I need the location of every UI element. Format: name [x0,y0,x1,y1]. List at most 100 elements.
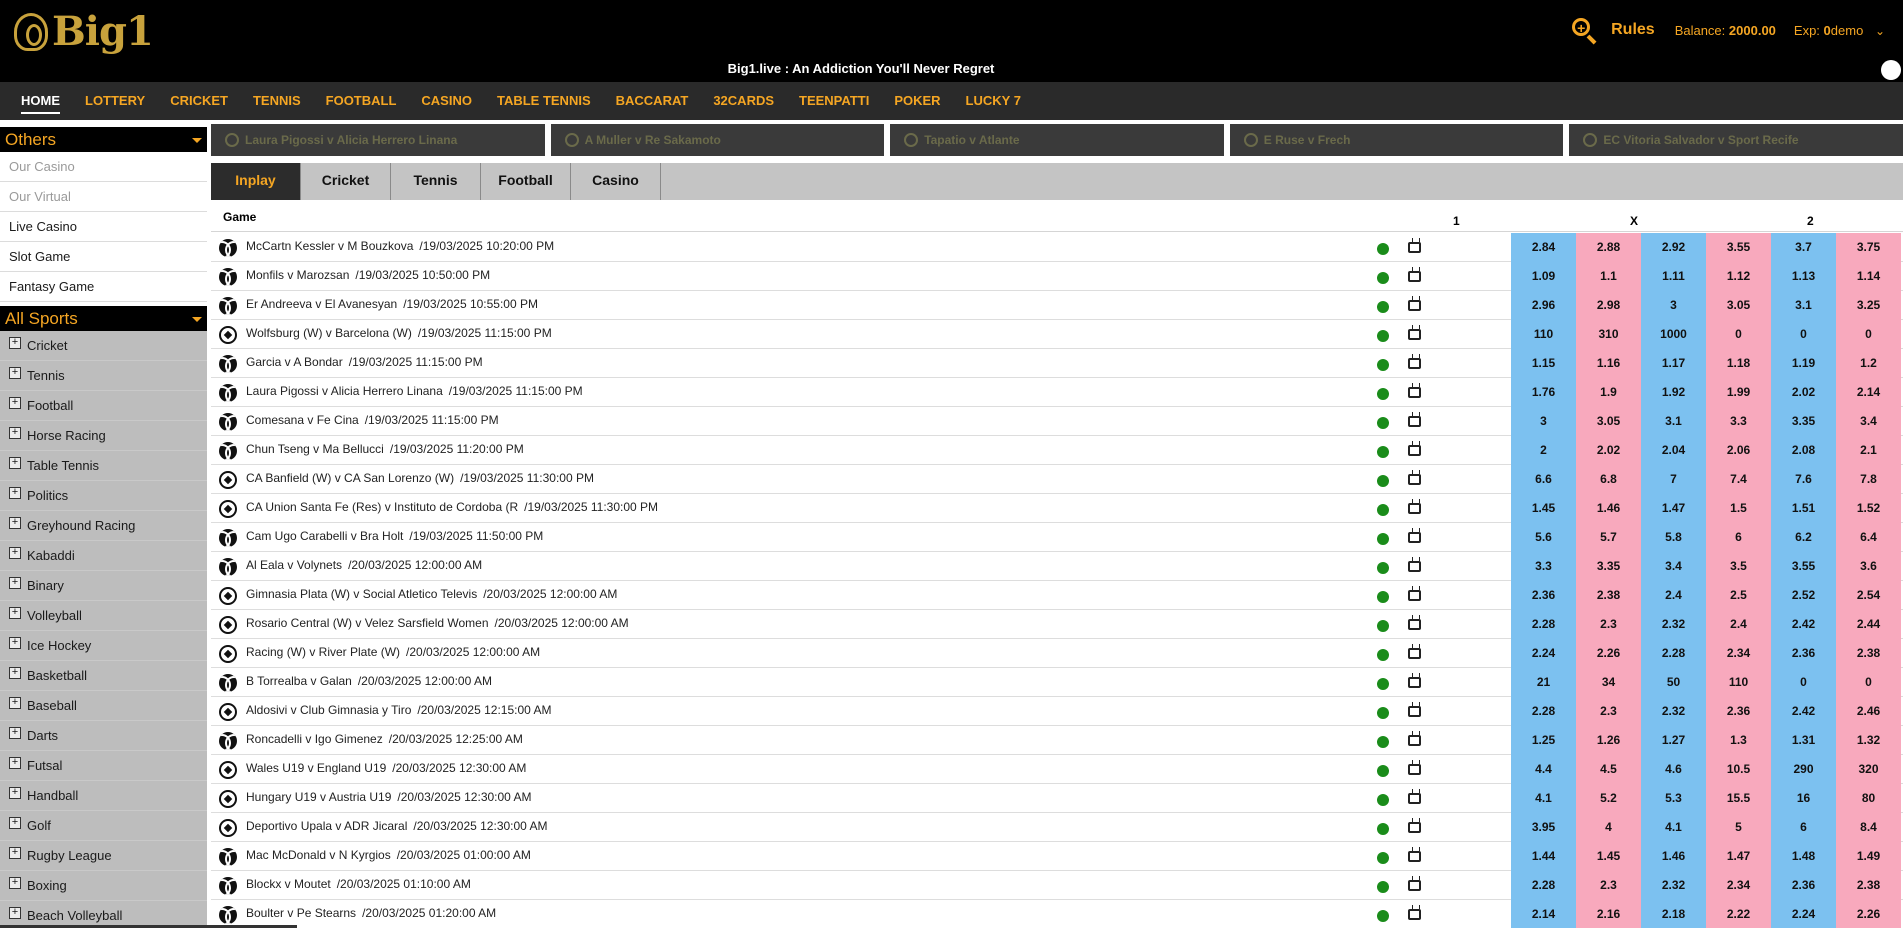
expand-plus-icon[interactable]: + [9,786,21,799]
sidebar-sport-basketball[interactable]: + Basketball [0,661,207,691]
back-odd[interactable]: 1000 [1641,320,1706,349]
nav-item-cricket[interactable]: CRICKET [170,82,228,120]
lay-odd[interactable]: 3.5 [1706,552,1771,581]
back-odd[interactable]: 3.35 [1771,407,1836,436]
lay-odd[interactable]: 320 [1836,755,1901,784]
lay-odd[interactable]: 1.46 [1576,494,1641,523]
lay-odd[interactable]: 6.4 [1836,523,1901,552]
table-row[interactable]: Monfils v Marozsan/19/03/2025 10:50:00 P… [211,262,1903,291]
table-row[interactable]: Boulter v Pe Stearns/20/03/2025 01:20:00… [211,900,1903,928]
lay-odd[interactable]: 5 [1706,813,1771,842]
back-odd[interactable]: 1.19 [1771,349,1836,378]
match-link[interactable]: Comesana v Fe Cina/19/03/2025 11:15:00 P… [246,413,499,427]
sidebar-sport-ice-hockey[interactable]: + Ice Hockey [0,631,207,661]
sidebar-sport-boxing[interactable]: + Boxing [0,871,207,901]
match-link[interactable]: Cam Ugo Carabelli v Bra Holt/19/03/2025 … [246,529,543,543]
table-row[interactable]: Deportivo Upala v ADR Jicaral/20/03/2025… [211,813,1903,842]
lay-odd[interactable]: 3.05 [1706,291,1771,320]
table-row[interactable]: Al Eala v Volynets/20/03/2025 12:00:00 A… [211,552,1903,581]
table-row[interactable]: B Torrealba v Galan/20/03/2025 12:00:00 … [211,668,1903,697]
expand-plus-icon[interactable]: + [9,606,21,619]
sidebar-sport-golf[interactable]: + Golf [0,811,207,841]
match-link[interactable]: B Torrealba v Galan/20/03/2025 12:00:00 … [246,674,492,688]
back-odd[interactable]: 110 [1511,320,1576,349]
back-odd[interactable]: 2.32 [1641,871,1706,900]
table-row[interactable]: Blockx v Moutet/20/03/2025 01:10:00 AM 2.… [211,871,1903,900]
back-odd[interactable]: 1.17 [1641,349,1706,378]
back-odd[interactable]: 0 [1771,320,1836,349]
tab-football[interactable]: Football [481,163,571,200]
back-odd[interactable]: 2.24 [1771,900,1836,928]
tab-cricket[interactable]: Cricket [301,163,391,200]
nav-item-poker[interactable]: POKER [894,82,940,120]
sidebar-sport-kabaddi[interactable]: + Kabaddi [0,541,207,571]
sidebar-sport-cricket[interactable]: + Cricket [0,331,207,361]
lay-odd[interactable]: 1.9 [1576,378,1641,407]
lay-odd[interactable]: 2.38 [1836,871,1901,900]
back-odd[interactable]: 2.24 [1511,639,1576,668]
back-odd[interactable]: 2.36 [1511,581,1576,610]
sidebar-sport-volleyball[interactable]: + Volleyball [0,601,207,631]
table-row[interactable]: Gimnasia Plata (W) v Social Atletico Tel… [211,581,1903,610]
expand-plus-icon[interactable]: + [9,876,21,889]
expand-plus-icon[interactable]: + [9,756,21,769]
lay-odd[interactable]: 1.45 [1576,842,1641,871]
back-odd[interactable]: 16 [1771,784,1836,813]
nav-item-lucky-7[interactable]: LUCKY 7 [966,82,1021,120]
expand-plus-icon[interactable]: + [9,846,21,859]
back-odd[interactable]: 2.42 [1771,610,1836,639]
back-odd[interactable]: 1.47 [1641,494,1706,523]
back-odd[interactable]: 3.55 [1771,552,1836,581]
back-odd[interactable]: 2.52 [1771,581,1836,610]
back-odd[interactable]: 0 [1771,668,1836,697]
lay-odd[interactable]: 2.3 [1576,871,1641,900]
back-odd[interactable]: 1.27 [1641,726,1706,755]
nav-item-lottery[interactable]: LOTTERY [85,82,145,120]
nav-item-32cards[interactable]: 32CARDS [713,82,774,120]
lay-odd[interactable]: 2.06 [1706,436,1771,465]
expand-plus-icon[interactable]: + [9,546,21,559]
expand-plus-icon[interactable]: + [9,396,21,409]
back-odd[interactable]: 3 [1641,291,1706,320]
table-row[interactable]: Wales U19 v England U19/20/03/2025 12:30… [211,755,1903,784]
rules-link[interactable]: Rules [1611,21,1655,39]
lay-odd[interactable]: 2.26 [1576,639,1641,668]
search-zoom-icon[interactable]: + [1571,17,1597,45]
back-odd[interactable]: 2.28 [1511,697,1576,726]
back-odd[interactable]: 2.36 [1771,871,1836,900]
match-link[interactable]: Racing (W) v River Plate (W) /20/03/2025 … [246,645,540,659]
lay-odd[interactable]: 1.5 [1706,494,1771,523]
match-link[interactable]: Aldosivi v Club Gimnasia y Tiro/20/03/20… [246,703,552,717]
expand-plus-icon[interactable]: + [9,906,21,919]
lay-odd[interactable]: 8.4 [1836,813,1901,842]
expand-plus-icon[interactable]: + [9,486,21,499]
back-odd[interactable]: 2.28 [1511,610,1576,639]
back-odd[interactable]: 1.76 [1511,378,1576,407]
lay-odd[interactable]: 0 [1836,668,1901,697]
lay-odd[interactable]: 2.34 [1706,871,1771,900]
expand-plus-icon[interactable]: + [9,336,21,349]
match-link[interactable]: Deportivo Upala v ADR Jicaral/20/03/2025… [246,819,548,833]
back-odd[interactable]: 2.28 [1641,639,1706,668]
lay-odd[interactable]: 3.05 [1576,407,1641,436]
lay-odd[interactable]: 7.4 [1706,465,1771,494]
lay-odd[interactable]: 2.44 [1836,610,1901,639]
back-odd[interactable]: 2.14 [1511,900,1576,928]
back-odd[interactable]: 2.32 [1641,610,1706,639]
lay-odd[interactable]: 3.4 [1836,407,1901,436]
tab-tennis[interactable]: Tennis [391,163,481,200]
back-odd[interactable]: 1.15 [1511,349,1576,378]
sidebar-sport-politics[interactable]: + Politics [0,481,207,511]
back-odd[interactable]: 2 [1511,436,1576,465]
match-link[interactable]: Wales U19 v England U19/20/03/2025 12:30… [246,761,526,775]
lay-odd[interactable]: 2.38 [1836,639,1901,668]
table-row[interactable]: Roncadelli v Igo Gimenez/20/03/2025 12:2… [211,726,1903,755]
back-odd[interactable]: 1.09 [1511,262,1576,291]
nav-item-tennis[interactable]: TENNIS [253,82,301,120]
sidebar-item-our-casino[interactable]: Our Casino [0,152,207,182]
match-link[interactable]: CA Union Santa Fe (Res) v Instituto de C… [246,500,658,514]
back-odd[interactable]: 6.2 [1771,523,1836,552]
expand-plus-icon[interactable]: + [9,666,21,679]
sidebar-item-slot-game[interactable]: Slot Game [0,242,207,272]
match-link[interactable]: Garcia v A Bondar/19/03/2025 11:15:00 PM [246,355,483,369]
